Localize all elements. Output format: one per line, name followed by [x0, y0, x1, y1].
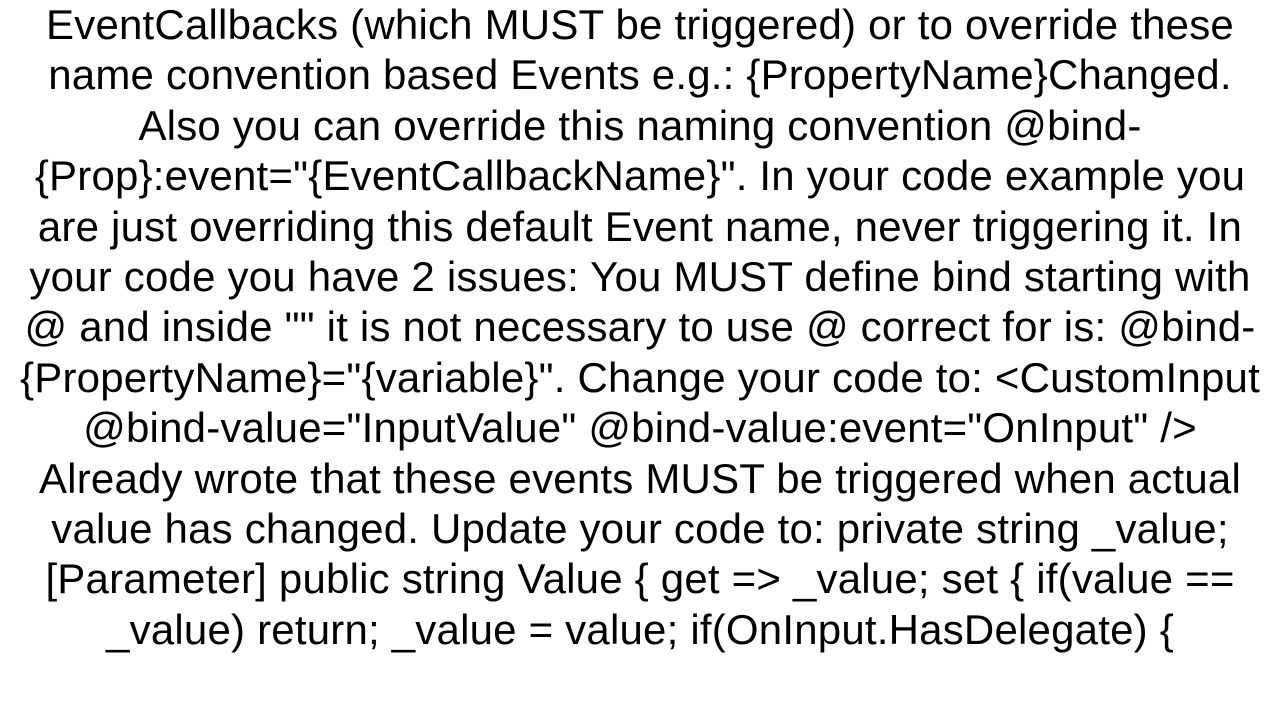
document-text: EventCallbacks (which MUST be triggered)… — [20, 1, 1260, 653]
document-body: EventCallbacks (which MUST be triggered)… — [0, 0, 1280, 655]
